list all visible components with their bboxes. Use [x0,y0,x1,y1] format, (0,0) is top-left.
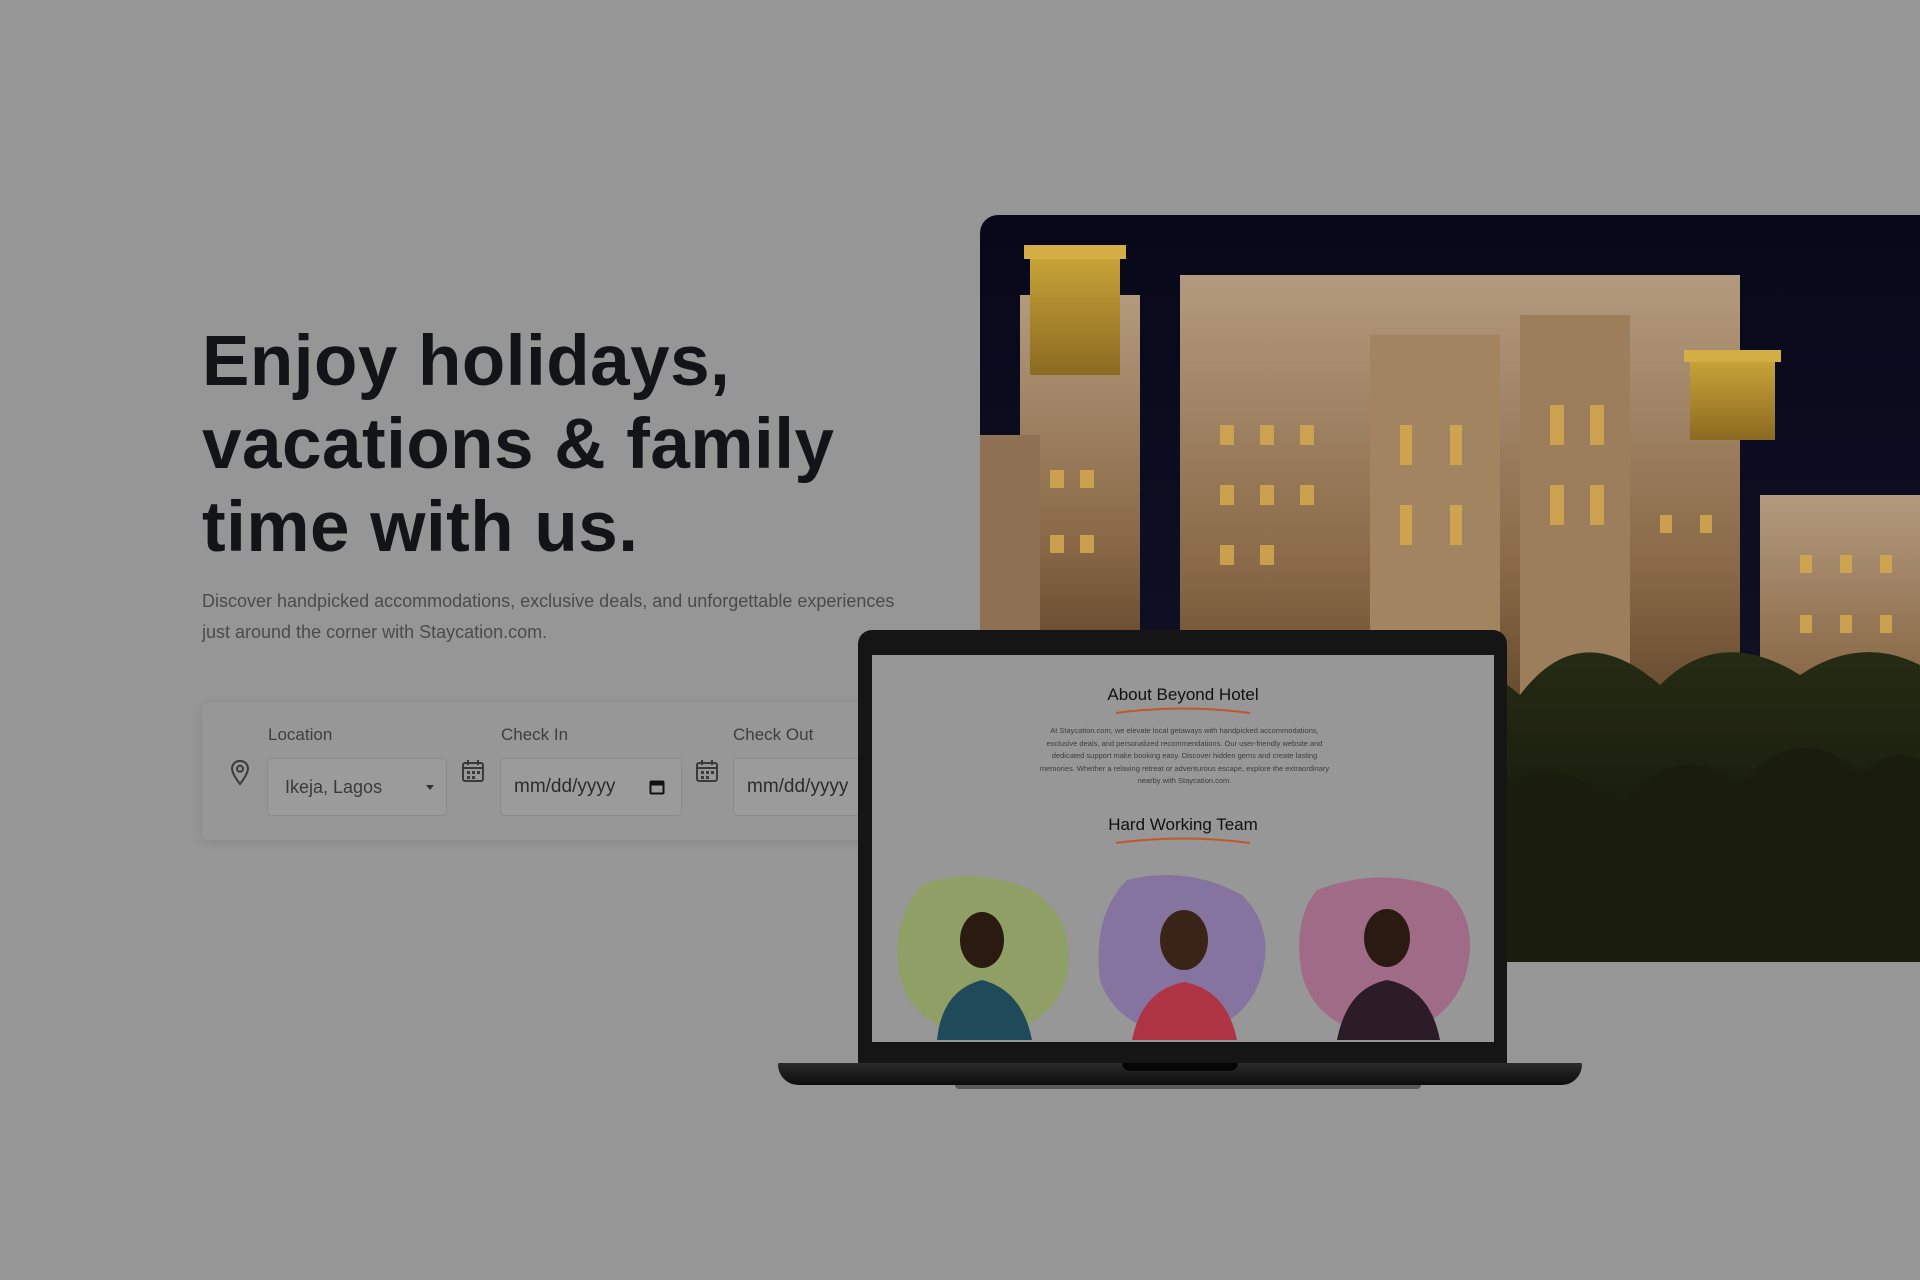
headline-line-2: vacations & family [202,405,835,484]
calendar-picker-icon[interactable] [649,779,665,800]
check-out-label: Check Out [733,725,814,744]
team-title: Hard Working Team [1108,815,1258,834]
calendar-icon [695,759,719,788]
laptop-screen: About Beyond Hotel At Staycation.com, we… [872,655,1494,1042]
about-text: At Staycation.com, we elevate local geta… [1039,726,1330,785]
team-title-underline [1115,837,1251,844]
chevron-down-icon [426,785,434,790]
team-member-2 [1098,875,1266,1040]
headline-line-3: time with us. [202,488,639,567]
hero-description: Discover handpicked accommodations, excl… [202,591,895,642]
location-label: Location [268,725,333,744]
check-in-placeholder: mm/dd/yyyy [514,776,616,797]
laptop-foot [955,1085,1421,1089]
check-in-label: Check In [501,725,569,744]
location-select[interactable]: Ikeja, Lagos [267,758,447,816]
check-out-placeholder: mm/dd/yyyy [747,776,849,797]
check-in-date-input[interactable]: mm/dd/yyyy [500,758,682,816]
team-member-3 [1299,877,1471,1040]
hero-headline: Enjoy holidays, vacations & family time … [202,320,902,569]
map-pin-icon [230,759,250,792]
about-title: About Beyond Hotel [1107,685,1259,704]
headline-line-1: Enjoy holidays, [202,322,731,401]
laptop-notch [1122,1063,1238,1071]
team-member-1 [897,876,1069,1040]
about-title-underline [1115,707,1251,714]
calendar-icon [461,759,485,788]
booking-bar: Location Ikeja, Lagos Check In mm/dd/yyy… [202,703,915,840]
location-value: Ikeja, Lagos [285,776,383,797]
